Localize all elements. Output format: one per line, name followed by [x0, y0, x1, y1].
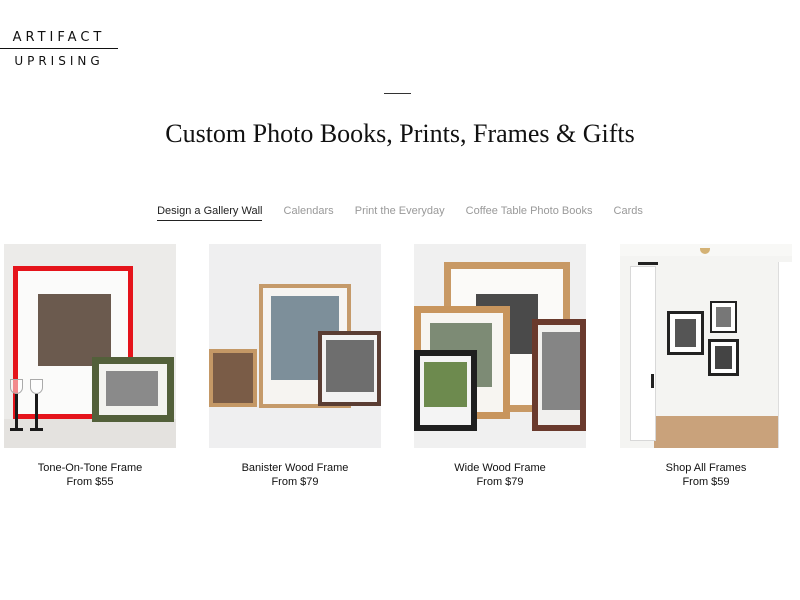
tab-print-the-everyday[interactable]: Print the Everyday: [355, 205, 445, 220]
framed-photo: [542, 332, 580, 410]
product-price: From $55: [66, 476, 114, 488]
category-tabs: Design a Gallery Wall Calendars Print th…: [0, 205, 800, 221]
product-price: From $79: [476, 476, 524, 488]
product-price: From $59: [682, 476, 730, 488]
side-door: [778, 262, 792, 448]
framed-photo: [38, 294, 111, 366]
tab-calendars[interactable]: Calendars: [284, 205, 334, 220]
wall-frame: [667, 311, 704, 355]
product-name[interactable]: Shop All Frames: [620, 462, 792, 474]
framed-photo: [326, 340, 374, 392]
wine-glass-icon: [30, 379, 43, 434]
barn-door-rail: [638, 262, 658, 265]
product-image[interactable]: [620, 244, 792, 448]
page-title: Custom Photo Books, Prints, Frames & Gif…: [165, 119, 635, 148]
framed-photo: [424, 362, 467, 407]
framed-photo: [213, 353, 253, 403]
product-name[interactable]: Tone-On-Tone Frame: [4, 462, 176, 474]
tab-cards[interactable]: Cards: [614, 205, 643, 220]
logo-line-2: UPRISING: [14, 54, 104, 68]
title-divider: [384, 93, 411, 94]
product-image[interactable]: [414, 244, 586, 448]
image-floor: [654, 416, 780, 448]
framed-photo: [106, 371, 158, 406]
wall-frame: [708, 339, 739, 376]
barn-door: [630, 266, 656, 441]
tab-design-a-gallery-wall[interactable]: Design a Gallery Wall: [157, 205, 263, 221]
product-card-wide-wood[interactable]: Wide Wood Frame From $79: [414, 244, 586, 488]
product-name[interactable]: Wide Wood Frame: [414, 462, 586, 474]
product-image[interactable]: [209, 244, 381, 448]
product-card-banister-wood[interactable]: Banister Wood Frame From $79: [209, 244, 381, 488]
product-card-tone-on-tone[interactable]: Tone-On-Tone Frame From $55: [4, 244, 176, 488]
product-card-shop-all-frames[interactable]: Shop All Frames From $59: [620, 244, 792, 488]
brand-logo[interactable]: ARTIFACT UPRISING: [0, 30, 118, 68]
product-price: From $79: [271, 476, 319, 488]
wall-frame: [710, 301, 737, 333]
product-name[interactable]: Banister Wood Frame: [209, 462, 381, 474]
logo-rule: [0, 48, 118, 49]
product-image[interactable]: [4, 244, 176, 448]
logo-line-1: ARTIFACT: [12, 30, 106, 45]
door-handle-icon: [651, 374, 654, 388]
tab-coffee-table-photo-books[interactable]: Coffee Table Photo Books: [466, 205, 593, 220]
wine-glass-icon: [10, 379, 23, 434]
